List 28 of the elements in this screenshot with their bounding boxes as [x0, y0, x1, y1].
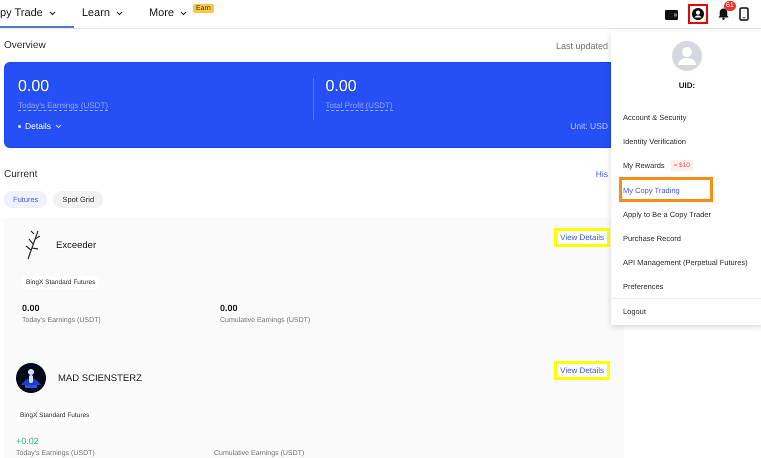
profile-icon[interactable] — [692, 8, 704, 20]
bullet-icon — [18, 124, 21, 128]
trader-name: Exceeder — [56, 240, 96, 250]
last-updated-text: Last updated — [556, 40, 608, 50]
stat-label: Total Profit (USDT) — [326, 101, 393, 111]
stat-label: Today's Earnings (USDT) — [18, 101, 108, 111]
earnings-value: 0.00 — [220, 303, 239, 314]
wallet-icon[interactable] — [665, 8, 678, 20]
history-link[interactable]: His — [596, 169, 608, 179]
notification-bell-icon[interactable] — [718, 8, 729, 20]
details-toggle[interactable]: Details — [25, 121, 51, 131]
nav-tab[interactable]: Learn — [82, 0, 141, 28]
section-title: Overview — [4, 40, 46, 51]
trader-name: MAD SCIENSTERZ — [58, 372, 142, 384]
view-details-button[interactable]: View Details — [554, 228, 610, 247]
stat-value: 0.00 — [18, 78, 50, 96]
profile-button[interactable] — [688, 4, 708, 24]
section-title: Current — [4, 168, 38, 180]
nav-tab[interactable]: py Trade — [0, 0, 74, 28]
avatar-icon — [672, 41, 702, 71]
caret-icon[interactable] — [54, 124, 62, 128]
view-details-button[interactable]: View Details — [554, 361, 610, 380]
unit-label: Unit: USD — [570, 121, 608, 131]
earnings-value: 0.00 — [22, 303, 41, 314]
uid-label: UID: — [678, 81, 696, 90]
earnings-value: +0.02 — [16, 436, 40, 447]
mobile-phone-icon[interactable] — [739, 7, 749, 21]
stat-value: 0.00 — [326, 78, 358, 96]
